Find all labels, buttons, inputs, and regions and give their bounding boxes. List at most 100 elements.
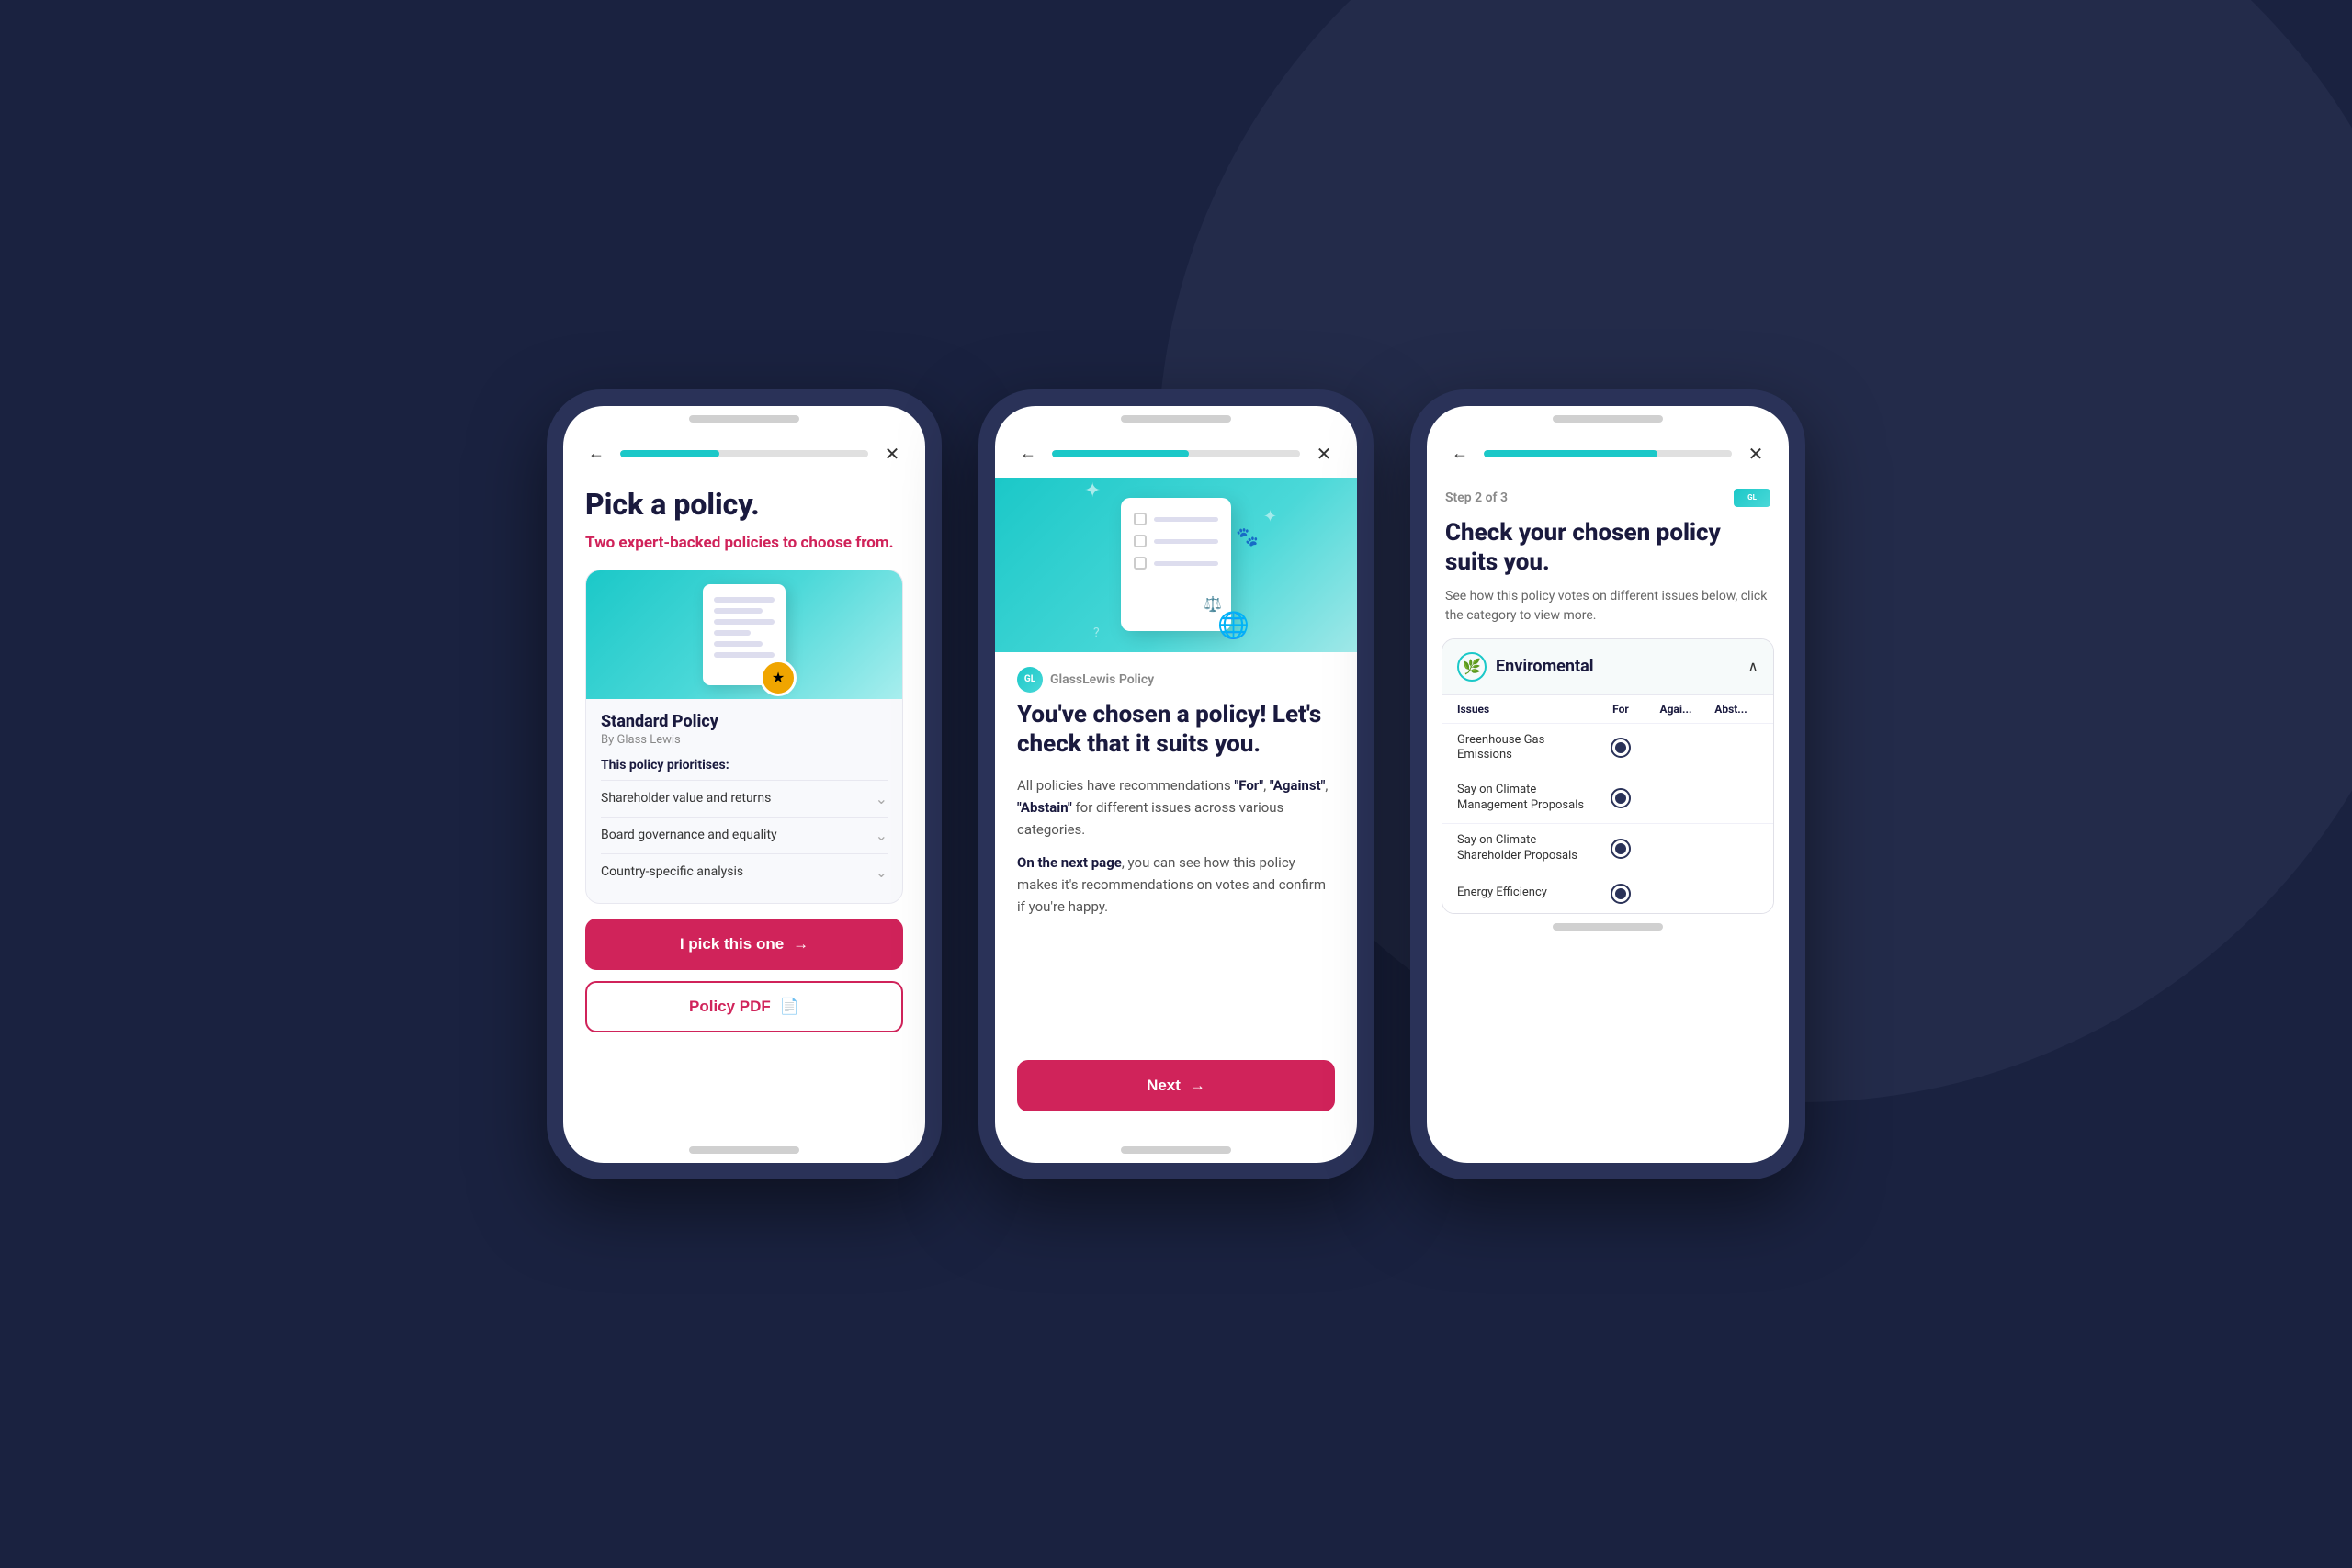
glasslewis-logo: GL [1017, 667, 1043, 693]
checklist-paper: 🌐 🐾 ⚖️ [1121, 498, 1231, 631]
checklist-item-3 [1134, 557, 1218, 570]
chevron-down-icon-3: ⌄ [876, 863, 888, 881]
phone-3-notch [1553, 415, 1663, 423]
col-abstain: Abst... [1703, 703, 1758, 716]
env-for-2 [1593, 788, 1648, 808]
phone-2-notch [1121, 415, 1231, 423]
checkbox-2 [1134, 535, 1147, 547]
phone-3-inner: ← ✕ Step 2 of 3 GL Check your chosen pol… [1427, 406, 1789, 1163]
env-icon: 🌿 [1457, 652, 1487, 682]
phone-1-content: Pick a policy. Two expert-backed policie… [563, 478, 925, 1137]
progress-fill [620, 450, 719, 457]
close-button-3[interactable]: ✕ [1741, 439, 1770, 468]
page-title: Pick a policy. [585, 487, 903, 522]
progress-fill-3 [1484, 450, 1657, 457]
env-issue-3: Say on Climate Shareholder Proposals [1457, 833, 1593, 864]
progress-bar-2 [1052, 450, 1300, 457]
radio-filled-2 [1611, 788, 1631, 808]
env-for-1 [1593, 738, 1648, 758]
check-line-1 [1154, 517, 1218, 522]
radio-inner-1 [1615, 742, 1626, 753]
progress-bar-3 [1484, 450, 1732, 457]
page-subtitle: Two expert-backed policies to choose fro… [585, 533, 903, 553]
doc-line-5 [714, 641, 763, 647]
checklist-item-1 [1134, 513, 1218, 525]
phone-3-header: ← ✕ [1427, 423, 1789, 478]
chevron-down-icon-2: ⌄ [876, 827, 888, 844]
env-row-3: Say on Climate Shareholder Proposals [1442, 823, 1773, 874]
close-button[interactable]: ✕ [877, 439, 907, 468]
p2-body-1: All policies have recommendations "For",… [1017, 774, 1335, 840]
phones-container: ← ✕ Pick a policy. Two expert-backed pol… [547, 389, 1805, 1179]
policy-pdf-label: Policy PDF [689, 998, 771, 1016]
radio-filled-3 [1611, 839, 1631, 859]
policy-card-body: Standard Policy By Glass Lewis This poli… [586, 699, 902, 903]
env-issue-2: Say on Climate Management Proposals [1457, 783, 1593, 814]
phone-2-header: ← ✕ [995, 423, 1357, 478]
sparkle-p2-3: ? [1093, 626, 1100, 640]
progress-bar [620, 450, 868, 457]
next-label: Next [1147, 1077, 1181, 1095]
phone-3: ← ✕ Step 2 of 3 GL Check your chosen pol… [1410, 389, 1805, 1179]
p2-illustration: ✦ ✦ ? [1121, 498, 1231, 631]
sparkle-p2-2: ✦ [1263, 507, 1277, 526]
phone-3-bottom-bar [1553, 923, 1663, 931]
p3-description: See how this policy votes on different i… [1427, 587, 1789, 638]
env-row-1: Greenhouse Gas Emissions [1442, 723, 1773, 773]
doc-illustration: ✦ ✦ ✦ ★ [703, 584, 786, 685]
environmental-section: 🌿 Enviromental ∧ Issues For Agai... Abst… [1442, 638, 1774, 914]
pdf-icon: 📄 [780, 998, 799, 1016]
close-button-2[interactable]: ✕ [1309, 439, 1339, 468]
p2-heading: You've chosen a policy! Let's check that… [1017, 700, 1335, 760]
doc-line-1 [714, 597, 775, 603]
sparkle-p2-1: ✦ [1084, 479, 1101, 502]
policy-item-2[interactable]: Board governance and equality ⌄ [601, 817, 888, 853]
policy-item-1[interactable]: Shareholder value and returns ⌄ [601, 780, 888, 817]
phone-1: ← ✕ Pick a policy. Two expert-backed pol… [547, 389, 942, 1179]
doc-line-6 [714, 652, 775, 658]
paw-icon: 🐾 [1236, 525, 1259, 547]
phone-2-bottom-bar [1121, 1146, 1231, 1154]
p2-logo-row: GL GlassLewis Policy [995, 652, 1357, 700]
p3-step-row: Step 2 of 3 GL [1427, 478, 1789, 513]
phone-2-hero-image: ✦ ✦ ? [995, 478, 1357, 652]
policy-by: By Glass Lewis [601, 733, 888, 747]
col-for: For [1593, 703, 1648, 716]
env-table-header: Issues For Agai... Abst... [1442, 694, 1773, 723]
scale-icon: ⚖️ [1204, 595, 1222, 613]
env-for-4 [1593, 884, 1648, 904]
glasslewis-label: GlassLewis Policy [1050, 672, 1154, 687]
back-button-3[interactable]: ← [1445, 439, 1475, 468]
radio-inner-3 [1615, 843, 1626, 854]
env-issue-1: Greenhouse Gas Emissions [1457, 733, 1593, 764]
env-issue-4: Energy Efficiency [1457, 886, 1593, 901]
phone-2-content: You've chosen a policy! Let's check that… [995, 700, 1357, 1045]
env-row-2: Say on Climate Management Proposals [1442, 773, 1773, 823]
policy-prioritises-label: This policy prioritises: [601, 758, 888, 773]
check-line-3 [1154, 561, 1218, 566]
p2-btn-area: Next → [995, 1045, 1357, 1137]
env-header[interactable]: 🌿 Enviromental ∧ [1442, 639, 1773, 694]
step-label: Step 2 of 3 [1445, 491, 1508, 505]
doc-seal: ★ [760, 660, 797, 696]
policy-item-3[interactable]: Country-specific analysis ⌄ [601, 853, 888, 890]
phone-1-inner: ← ✕ Pick a policy. Two expert-backed pol… [563, 406, 925, 1163]
radio-filled-1 [1611, 738, 1631, 758]
policy-pdf-button[interactable]: Policy PDF 📄 [585, 981, 903, 1032]
next-arrow-icon: → [1190, 1077, 1205, 1095]
pick-this-one-button[interactable]: I pick this one → [585, 919, 903, 970]
doc-line-4 [714, 630, 751, 636]
checkbox-3 [1134, 557, 1147, 570]
back-button[interactable]: ← [582, 439, 611, 468]
back-button-2[interactable]: ← [1013, 439, 1043, 468]
p3-heading: Check your chosen policy suits you. [1427, 513, 1789, 587]
env-row-4: Energy Efficiency [1442, 874, 1773, 913]
phone-2-inner: ← ✕ ✦ ✦ ? [995, 406, 1357, 1163]
pick-this-one-label: I pick this one [680, 935, 784, 953]
phone-1-bottom-bar [689, 1146, 799, 1154]
chevron-up-icon: ∧ [1747, 658, 1758, 675]
next-button[interactable]: Next → [1017, 1060, 1335, 1111]
phone-2: ← ✕ ✦ ✦ ? [978, 389, 1374, 1179]
policy-name: Standard Policy [601, 712, 888, 731]
p2-body-2: On the next page, you can see how this p… [1017, 852, 1335, 918]
